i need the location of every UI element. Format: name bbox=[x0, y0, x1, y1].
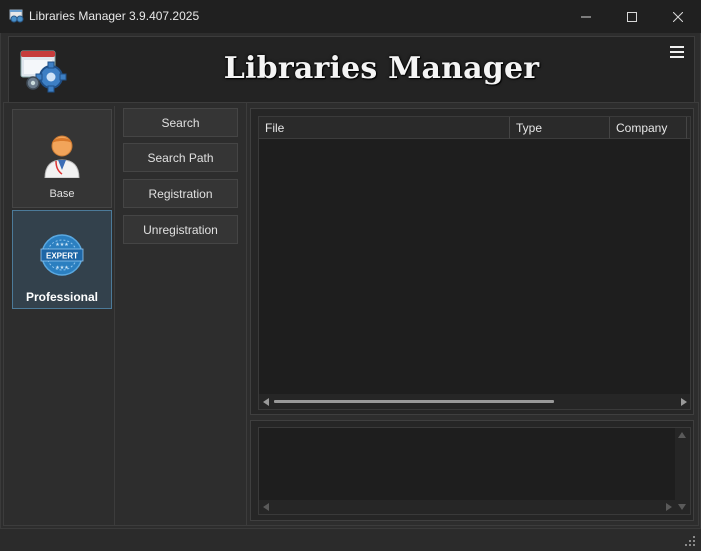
header-title: Libraries Manager bbox=[223, 51, 540, 86]
svg-text:★★★: ★★★ bbox=[55, 242, 69, 248]
app-icon bbox=[9, 9, 24, 23]
scroll-right-icon[interactable] bbox=[681, 398, 687, 406]
category-label: Professional bbox=[25, 290, 99, 304]
scroll-up-icon[interactable] bbox=[678, 432, 686, 438]
registration-button[interactable]: Registration bbox=[123, 179, 238, 208]
maximize-icon bbox=[627, 11, 637, 22]
expert-badge-icon: EXPERT ★★★ ★★★ bbox=[40, 234, 84, 276]
window-title: Libraries Manager 3.9.407.2025 bbox=[29, 9, 200, 23]
search-button[interactable]: Search bbox=[123, 108, 238, 137]
scroll-right-icon[interactable] bbox=[666, 503, 672, 511]
category-panel: Base EXPERT ★★★ ★★★ Professional bbox=[7, 106, 115, 526]
status-bar bbox=[0, 528, 701, 551]
column-header-type[interactable]: Type bbox=[510, 117, 610, 139]
log-panel bbox=[250, 420, 694, 521]
log-vertical-scrollbar[interactable] bbox=[675, 428, 690, 514]
title-bar: Libraries Manager 3.9.407.2025 bbox=[0, 0, 701, 33]
log-horizontal-scrollbar[interactable] bbox=[259, 500, 677, 514]
minimize-icon bbox=[581, 16, 591, 17]
close-button[interactable] bbox=[655, 0, 701, 33]
svg-text:EXPERT: EXPERT bbox=[46, 252, 78, 261]
column-header-file[interactable]: File bbox=[259, 117, 510, 139]
content-area: Base EXPERT ★★★ ★★★ Professional Search … bbox=[3, 102, 699, 526]
column-header-version[interactable]: V bbox=[687, 117, 690, 139]
doctor-icon bbox=[44, 135, 80, 178]
scroll-down-icon[interactable] bbox=[678, 504, 686, 510]
unregistration-button[interactable]: Unregistration bbox=[123, 215, 238, 244]
scroll-left-icon[interactable] bbox=[263, 398, 269, 406]
resize-grip-icon[interactable] bbox=[685, 536, 695, 546]
header-banner: Libraries Manager bbox=[8, 36, 695, 104]
file-grid-panel: File Type Company V bbox=[250, 108, 694, 415]
action-panel: Search Search Path Registration Unregist… bbox=[116, 103, 247, 525]
category-base[interactable]: Base bbox=[12, 109, 112, 208]
hamburger-menu-icon[interactable] bbox=[670, 45, 684, 59]
column-header-company[interactable]: Company bbox=[610, 117, 687, 139]
close-icon bbox=[673, 11, 683, 22]
search-path-button[interactable]: Search Path bbox=[123, 143, 238, 172]
maximize-button[interactable] bbox=[609, 0, 655, 33]
scroll-left-icon[interactable] bbox=[263, 503, 269, 511]
file-grid[interactable]: File Type Company V bbox=[258, 116, 691, 410]
log-textbox[interactable] bbox=[258, 427, 691, 515]
minimize-button[interactable] bbox=[563, 0, 609, 33]
category-professional[interactable]: EXPERT ★★★ ★★★ Professional bbox=[12, 210, 112, 309]
grid-horizontal-scrollbar[interactable] bbox=[259, 394, 690, 409]
main-window: Libraries Manager Base EXPERT ★★★ ★★★ Pr… bbox=[0, 33, 701, 551]
svg-text:★★★: ★★★ bbox=[55, 265, 69, 271]
category-label: Base bbox=[49, 188, 75, 200]
scrollbar-thumb[interactable] bbox=[274, 400, 554, 403]
